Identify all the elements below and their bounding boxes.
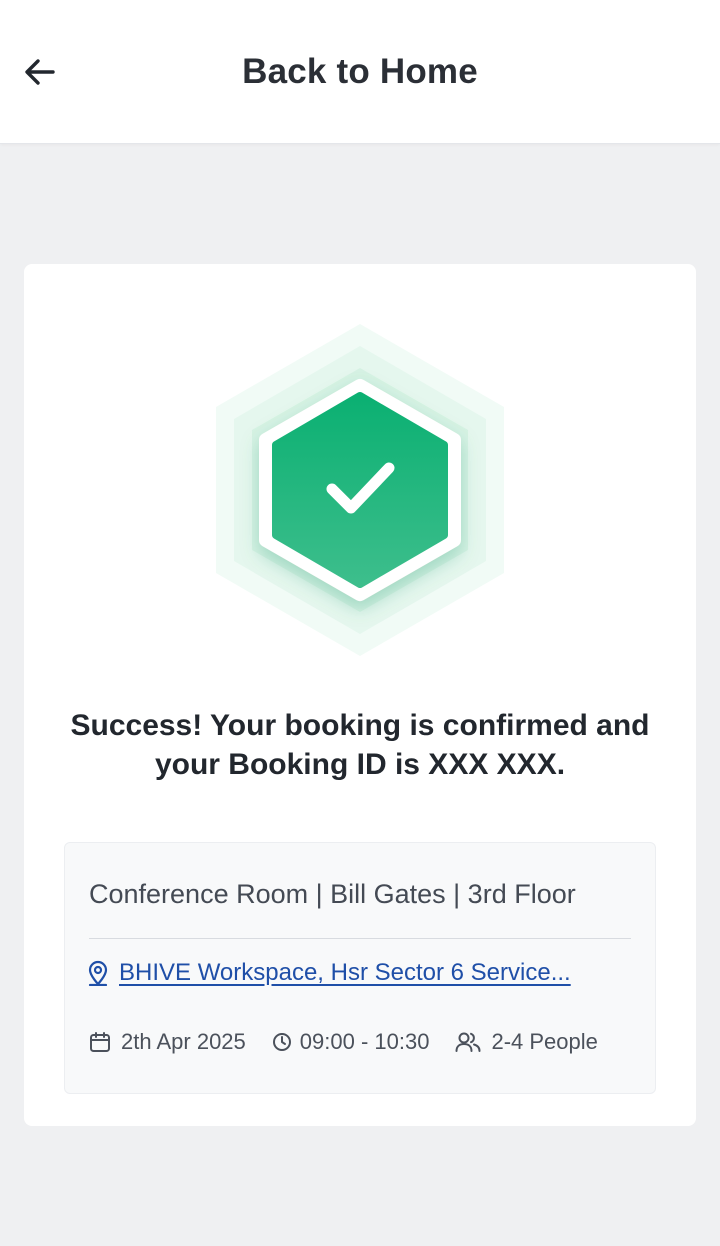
success-message: Success! Your booking is confirmed and y…: [70, 709, 650, 781]
date-info: 2th Apr 2025: [89, 1029, 246, 1055]
people-info: 2-4 People: [455, 1029, 598, 1055]
clock-icon: [272, 1033, 291, 1051]
users-icon: [455, 1032, 481, 1052]
booking-meta: 2th Apr 2025 09:00 - 10:30 2-4 People: [89, 1029, 598, 1055]
booking-details: Conference Room | Bill Gates | 3rd Floor…: [64, 842, 656, 1094]
location-link[interactable]: BHIVE Workspace, Hsr Sector 6 Service...: [87, 959, 571, 987]
calendar-icon: [90, 1032, 110, 1052]
page-title: Back to Home: [242, 52, 478, 91]
divider: [89, 938, 631, 939]
confirmation-card: Success! Your booking is confirmed and y…: [24, 264, 696, 1126]
booking-time: 09:00 - 10:30: [299, 1029, 430, 1054]
top-app-bar: Back to Home: [0, 0, 720, 144]
room-details: Conference Room | Bill Gates | 3rd Floor: [89, 879, 576, 909]
map-pin-icon: [88, 960, 108, 986]
check-hexagon-icon: [216, 324, 504, 656]
booking-date: 2th Apr 2025: [121, 1029, 246, 1054]
time-info: 09:00 - 10:30: [272, 1029, 430, 1055]
people-count: 2-4 People: [491, 1029, 598, 1054]
location-text: BHIVE Workspace, Hsr Sector 6 Service...: [119, 959, 571, 986]
